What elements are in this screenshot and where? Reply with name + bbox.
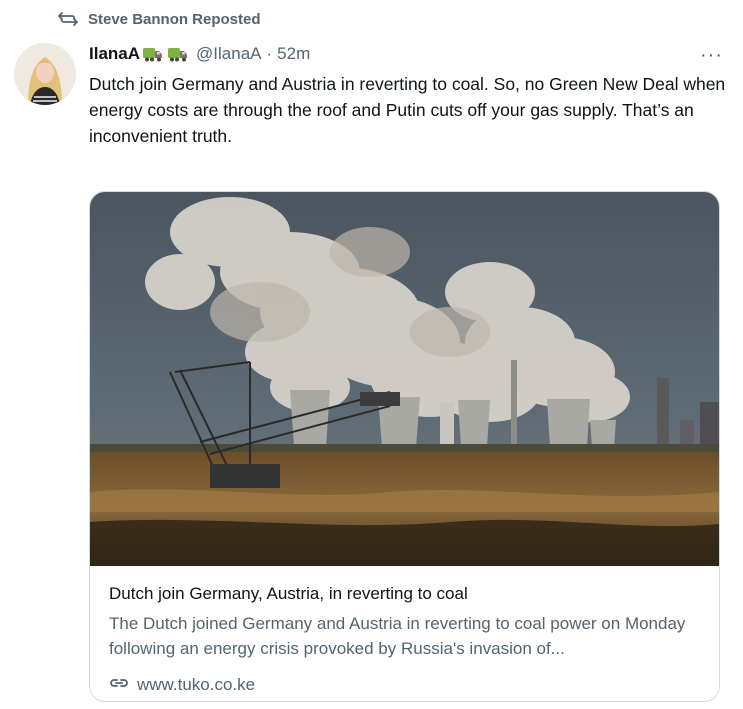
avatar[interactable] xyxy=(14,43,76,105)
truck-emoji-icon xyxy=(168,48,188,62)
card-domain-link[interactable]: www.tuko.co.ke xyxy=(109,675,700,695)
link-card[interactable]: Dutch join Germany, Austria, in revertin… xyxy=(89,191,720,702)
repost-label[interactable]: Steve Bannon Reposted xyxy=(88,11,261,28)
more-options-icon[interactable]: ··· xyxy=(700,44,723,67)
repost-indicator[interactable]: Steve Bannon Reposted xyxy=(58,10,261,28)
card-title[interactable]: Dutch join Germany, Austria, in revertin… xyxy=(109,583,700,605)
card-image[interactable] xyxy=(90,192,719,566)
author-name[interactable]: IlanaA xyxy=(89,44,140,64)
truck-emoji-icon xyxy=(143,48,163,62)
tweet-header: IlanaA @IlanaA · 52m ··· xyxy=(89,42,723,66)
card-description: The Dutch joined Germany and Austria in … xyxy=(109,614,686,658)
tweet-text: Dutch join Germany and Austria in revert… xyxy=(89,74,726,146)
link-icon xyxy=(109,675,129,695)
separator-dot: · xyxy=(266,44,273,63)
timestamp[interactable]: 52m xyxy=(277,44,310,64)
author-emoji-group xyxy=(142,45,189,63)
repost-icon xyxy=(58,10,78,28)
author-handle[interactable]: @IlanaA xyxy=(196,44,261,64)
card-domain[interactable]: www.tuko.co.ke xyxy=(137,675,255,695)
